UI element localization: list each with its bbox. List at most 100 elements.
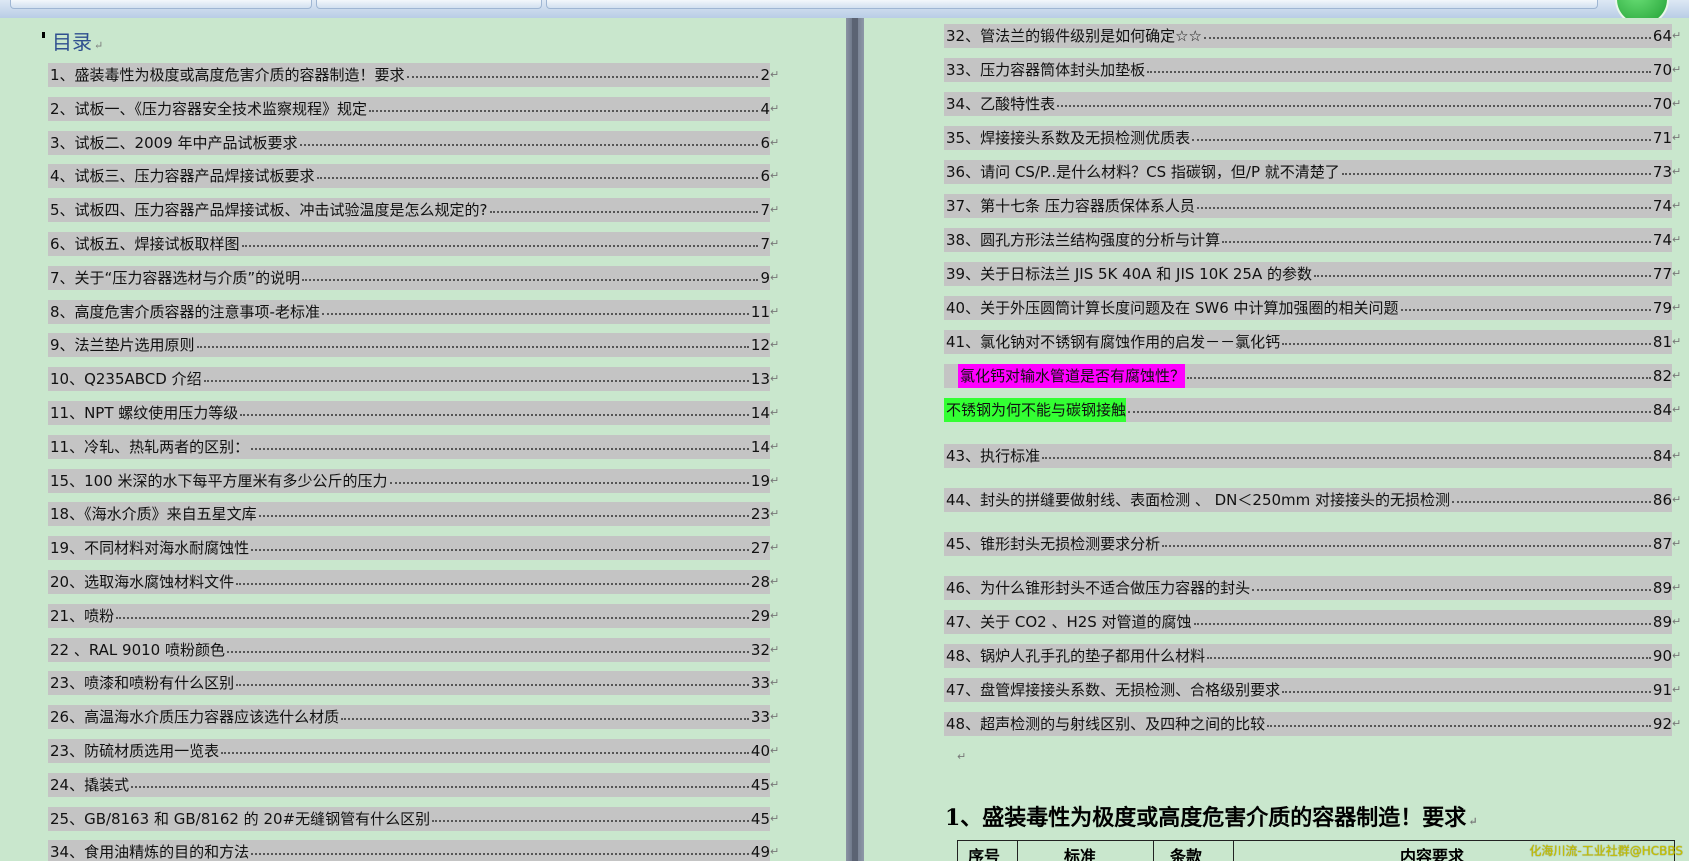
toc-entry[interactable]: 9、法兰垫片选用原则 12 ↵ bbox=[48, 333, 779, 358]
toc-entry[interactable]: 氯化钙对输水管道是否有腐蚀性？ 82 ↵ bbox=[944, 364, 1681, 388]
paragraph-mark: ↵ bbox=[1672, 493, 1682, 506]
toc-entry-page: 82 bbox=[1652, 367, 1672, 385]
toc-entry[interactable]: 41、氯化钠对不锈钢有腐蚀作用的启发－－氯化钙 81 ↵ bbox=[944, 330, 1681, 354]
toc-entry-text: 18、《海水介质》来自五星文库 bbox=[50, 505, 257, 524]
toc-entry[interactable]: 43、执行标准 84 ↵ bbox=[944, 444, 1682, 468]
toc-entry[interactable]: 不锈钢为何不能与碳钢接触 84 ↵ bbox=[944, 398, 1681, 422]
toc-entry[interactable]: 7、关于“压力容器选材与介质”的说明 9 ↵ bbox=[48, 265, 780, 290]
toc-entry[interactable]: 46、为什么锥形封头不适合做压力容器的封头 89 ↵ bbox=[944, 576, 1682, 600]
toc-leader-dots bbox=[236, 573, 749, 585]
toc-entry[interactable]: 47、盘管焊接接头系数、无损检测、合格级别要求 91 ↵ bbox=[944, 678, 1681, 702]
toc-leader-dots bbox=[341, 708, 749, 721]
toc-entry[interactable]: 1、盛装毒性为极度或高度危害介质的容器制造！要求 2 ↵ bbox=[48, 63, 779, 87]
toc-entry-page: 2 bbox=[760, 66, 770, 84]
toc-entry-text: 35、焊接接头系数及无损检测优质表 bbox=[946, 129, 1191, 147]
toc-leader-dots bbox=[1282, 333, 1651, 345]
toc-entry-page: 49 bbox=[750, 843, 770, 861]
toc-entry[interactable]: 38、圆孔方形法兰结构强度的分析与计算 74 ↵ bbox=[944, 228, 1681, 252]
paragraph-mark: ↵ bbox=[1672, 717, 1682, 730]
toc-leader-dots bbox=[196, 336, 749, 349]
toc-title: 目录 ↵ bbox=[52, 30, 104, 54]
paragraph-mark: ↵ bbox=[770, 237, 780, 250]
toc-entry-page: 29 bbox=[750, 606, 770, 625]
toc-leader-dots bbox=[1203, 27, 1651, 39]
paragraph-mark: ↵ bbox=[1672, 301, 1682, 314]
toc-entry[interactable]: 48、锅炉人孔手孔的垫子都用什么材料 90 ↵ bbox=[944, 644, 1682, 668]
toc-entry-text: 43、执行标准 bbox=[946, 447, 1041, 465]
toc-entry[interactable]: 10、Q235ABCD 介绍 13 ↵ bbox=[48, 367, 779, 392]
toc-entry[interactable]: 8、高度危害介质容器的注意事项-老标准 11 ↵ bbox=[48, 299, 779, 324]
paragraph-mark: ↵ bbox=[1672, 449, 1682, 462]
toc-entry[interactable]: 36、请问 CS/P..是什么材料？CS 指碳钢，但/P 就不清楚了 73 ↵ bbox=[944, 160, 1681, 184]
toc-entry-page: 77 bbox=[1652, 265, 1672, 283]
toc-entry[interactable]: 20、选取海水腐蚀材料文件 28 ↵ bbox=[48, 570, 779, 594]
toc-entry[interactable]: 35、焊接接头系数及无损检测优质表 71 ↵ bbox=[944, 126, 1681, 150]
toc-entry-page: 27 bbox=[750, 539, 770, 558]
table-header-cell: 标准 bbox=[1018, 841, 1154, 861]
paragraph-mark: ↵ bbox=[770, 203, 780, 217]
toc-entry[interactable]: 3、试板二、2009 年中产品试板要求 6 ↵ bbox=[48, 130, 779, 155]
toc-entry[interactable]: 2、试板一、《压力容器安全技术监察规程》规定 4 ↵ bbox=[48, 96, 779, 121]
ribbon-segment-2[interactable] bbox=[316, 0, 542, 9]
ribbon-segment-1[interactable] bbox=[10, 0, 312, 9]
toc-entry-page: 7 bbox=[760, 235, 770, 253]
paragraph-mark: ↵ bbox=[1672, 581, 1682, 594]
toc-entry[interactable]: 25、GB/8163 和 GB/8162 的 20#无缝钢管有什么区别 45 ↵ bbox=[48, 806, 779, 831]
toc-entry[interactable]: 40、关于外压圆筒计算长度问题及在 SW6 中计算加强圈的相关问题 79 ↵ bbox=[944, 296, 1682, 320]
toc-entry[interactable]: 32、管法兰的锻件级别是如何确定☆☆ 64 ↵ bbox=[944, 24, 1681, 48]
paragraph-mark: ↵ bbox=[770, 676, 780, 690]
toc-entry[interactable]: 18、《海水介质》来自五星文库 23 ↵ bbox=[48, 502, 779, 527]
paragraph-mark: ↵ bbox=[770, 270, 780, 284]
toc-leader-dots bbox=[369, 100, 759, 112]
toc-entry[interactable]: 45、锥形封头无损检测要求分析 87 ↵ bbox=[944, 532, 1681, 556]
toc-entry[interactable]: 23、防硫材质选用一览表 40 ↵ bbox=[48, 739, 779, 763]
toc-entry[interactable]: 19、不同材料对海水耐腐蚀性 27 ↵ bbox=[48, 536, 779, 561]
toc-entry[interactable]: 24、撬装式 45 ↵ bbox=[48, 772, 779, 797]
toc-entry-text: 24、撬装式 bbox=[50, 775, 130, 794]
toc-leader-dots bbox=[131, 776, 749, 788]
toc-entry[interactable]: 11、NPT 螺纹使用压力等级 14 ↵ bbox=[48, 401, 779, 425]
toc-entry[interactable]: 48、超声检测的与射线区别、及四种之间的比较 92 ↵ bbox=[944, 712, 1682, 736]
toc-entry-page: 79 bbox=[1652, 299, 1672, 317]
toc-entry[interactable]: 5、试板四、压力容器产品焊接试板、冲击试验温度是怎么规定的? 7 ↵ bbox=[48, 198, 780, 223]
toc-leader-dots bbox=[203, 370, 749, 383]
toc-entry[interactable]: 23、喷漆和喷粉有什么区别 33 ↵ bbox=[48, 671, 780, 696]
toc-entry[interactable]: 6、试板五、焊接试板取样图 7 ↵ bbox=[48, 232, 780, 256]
toc-leader-dots bbox=[316, 167, 759, 180]
toc-entry[interactable]: 33、压力容器筒体封头加垫板 70 ↵ bbox=[944, 58, 1682, 82]
toc-entry-text: 2、试板一、《压力容器安全技术监察规程》规定 bbox=[50, 99, 368, 118]
ribbon-segment-3[interactable] bbox=[546, 0, 1598, 9]
toc-entry-text: 不锈钢为何不能与碳钢接触 bbox=[944, 398, 1127, 422]
toc-entry[interactable]: 22 、RAL 9010 喷粉颜色 32 ↵ bbox=[48, 637, 779, 662]
table-header-cell: 序号 bbox=[958, 841, 1018, 861]
toc-entry-text: 8、高度危害介质容器的注意事项-老标准 bbox=[50, 302, 320, 321]
toc-entry[interactable]: 34、食用油精炼的目的和方法 49 ↵ bbox=[48, 840, 779, 861]
toc-entry-text: 33、压力容器筒体封头加垫板 bbox=[946, 61, 1146, 79]
toc-entry-text: 6、试板五、焊接试板取样图 bbox=[50, 235, 240, 253]
toc-entry[interactable]: 37、第十七条 压力容器质保体系人员 74 ↵ bbox=[944, 194, 1681, 218]
toc-leader-dots bbox=[1313, 265, 1651, 277]
toc-entry-page: 87 bbox=[1652, 535, 1672, 553]
toc-entry[interactable]: 4、试板三、压力容器产品焊接试板要求 6 ↵ bbox=[48, 164, 779, 189]
paragraph-mark: ↵ bbox=[770, 710, 780, 724]
toc-leader-dots bbox=[389, 472, 749, 484]
toc-entry[interactable]: 34、乙酸特性表 70 ↵ bbox=[944, 92, 1681, 116]
toc-entry-text: 21、喷粉 bbox=[50, 606, 115, 625]
section-heading: 1、盛装毒性为极度或高度危害介质的容器制造！要求 ↵ bbox=[945, 805, 1478, 831]
paragraph-mark: ↵ bbox=[1672, 649, 1682, 662]
table-header-cell: 条款 bbox=[1154, 841, 1234, 861]
toc-entry[interactable]: 26、高温海水介质压力容器应该选什么材质 33 ↵ bbox=[48, 705, 780, 730]
toc-entry-text: 5、试板四、压力容器产品焊接试板、冲击试验温度是怎么规定的? bbox=[50, 201, 488, 220]
toc-entry[interactable]: 21、喷粉 29 ↵ bbox=[48, 603, 779, 628]
toc-entry[interactable]: 15、100 米深的水下每平方厘米有多少公斤的压力 19 ↵ bbox=[48, 468, 779, 493]
toc-entry[interactable]: 39、关于日标法兰 JIS 5K 40A 和 JIS 10K 25A 的参数 77… bbox=[944, 262, 1681, 286]
toc-entry-page: 45 bbox=[750, 775, 770, 794]
toc-entry[interactable]: 44、封头的拼缝要做射线、表面检测 、 DN＜250mm 对接接头的无损检测 86… bbox=[944, 488, 1682, 512]
toc-leader-dots bbox=[489, 201, 759, 214]
toc-entry[interactable]: 47、关于 CO2 、H2S 对管道的腐蚀 89 ↵ bbox=[944, 610, 1681, 634]
toc-leader-dots bbox=[406, 66, 759, 78]
paragraph-mark: ↵ bbox=[1672, 63, 1682, 76]
toc-entry[interactable]: 11、冷轧、热轧两者的区别： 14 ↵ bbox=[48, 434, 779, 459]
toc-entry-text: 9、法兰垫片选用原则 bbox=[50, 336, 195, 355]
toc-entry-page: 6 bbox=[760, 167, 770, 186]
